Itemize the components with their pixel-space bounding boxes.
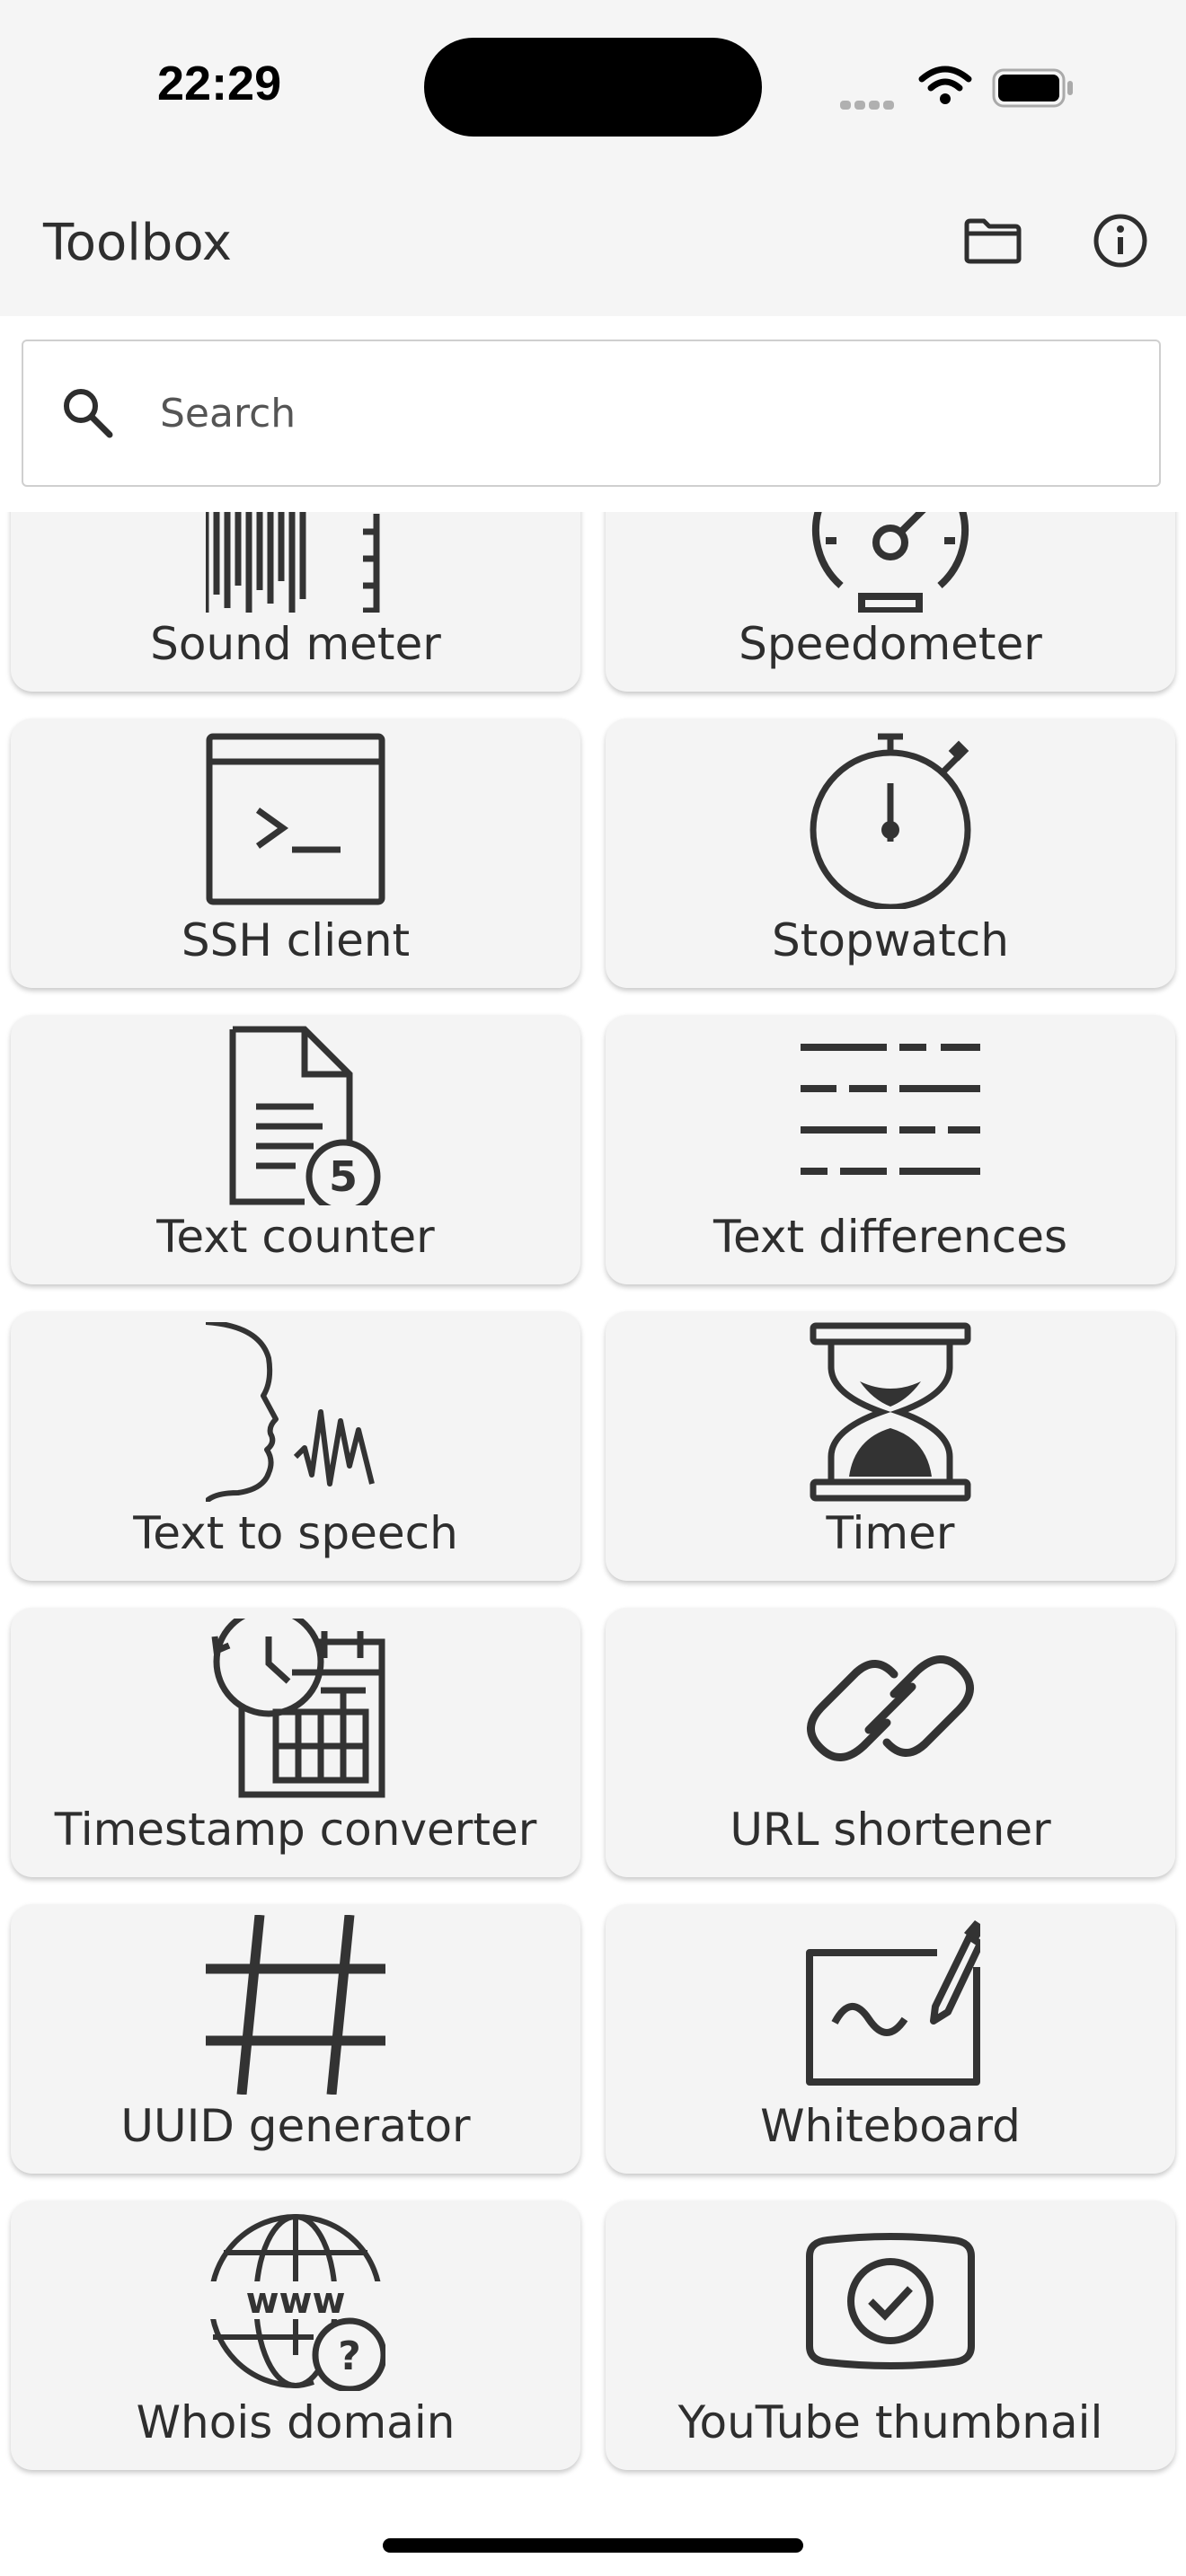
home-indicator[interactable] <box>383 2538 803 2553</box>
hash-icon <box>206 1915 385 2095</box>
calendar-clock-icon <box>211 1619 385 1798</box>
sound-meter-icon <box>206 512 380 613</box>
tool-tile-speedometer[interactable]: Speedometer <box>606 512 1175 692</box>
search-box[interactable] <box>22 340 1161 487</box>
youtube-thumbnail-icon <box>806 2233 975 2369</box>
tool-label: Sound meter <box>150 618 441 670</box>
terminal-icon <box>206 733 385 905</box>
tool-label: Whiteboard <box>760 2100 1021 2152</box>
tool-tile-text-counter[interactable]: 5 Text counter <box>11 1015 580 1284</box>
tool-tile-url-shortener[interactable]: URL shortener <box>606 1608 1175 1877</box>
tool-label: Text to speech <box>133 1507 458 1559</box>
tool-label: SSH client <box>181 914 411 966</box>
tool-tile-sound-meter[interactable]: Sound meter <box>11 512 580 692</box>
svg-text:5: 5 <box>329 1152 358 1201</box>
tool-tile-youtube-thumbnail[interactable]: YouTube thumbnail <box>606 2201 1175 2470</box>
tool-tile-whiteboard[interactable]: Whiteboard <box>606 1904 1175 2174</box>
folder-button[interactable] <box>952 200 1033 281</box>
tool-label: URL shortener <box>730 1804 1051 1856</box>
app-bar: Toolbox <box>0 171 1186 316</box>
status-time: 22:29 <box>157 57 282 110</box>
tool-tile-timestamp-converter[interactable]: Timestamp converter <box>11 1608 580 1877</box>
tool-tile-ssh-client[interactable]: SSH client <box>11 719 580 988</box>
text-to-speech-icon <box>206 1322 375 1502</box>
text-counter-icon: 5 <box>229 1026 381 1205</box>
tool-grid: Sound meter Speedometer SSH client Stopw… <box>0 512 1186 2488</box>
hourglass-icon <box>810 1322 971 1502</box>
svg-text:www: www <box>246 2280 346 2322</box>
search-icon <box>64 389 113 438</box>
dynamic-island <box>424 38 762 137</box>
tool-label: Text counter <box>156 1211 435 1263</box>
tool-label: Whois domain <box>136 2396 456 2448</box>
tool-label: Text differences <box>712 1211 1068 1263</box>
speedometer-icon <box>811 512 969 613</box>
tool-tile-text-to-speech[interactable]: Text to speech <box>11 1311 580 1581</box>
tool-tile-text-differences[interactable]: Text differences <box>606 1015 1175 1284</box>
link-icon <box>807 1655 974 1761</box>
app-title: Toolbox <box>43 214 232 272</box>
battery-icon <box>992 68 1073 108</box>
tool-tile-stopwatch[interactable]: Stopwatch <box>606 719 1175 988</box>
info-icon <box>1093 214 1147 268</box>
cellular-signal-icon <box>840 96 898 113</box>
tool-tile-uuid-generator[interactable]: UUID generator <box>11 1904 580 2174</box>
whois-globe-icon: www ? <box>206 2214 385 2391</box>
search-input[interactable] <box>160 375 1112 451</box>
text-differences-icon <box>801 1044 980 1175</box>
svg-text:?: ? <box>338 2333 361 2379</box>
info-button[interactable] <box>1080 200 1161 281</box>
tool-label: Timestamp converter <box>54 1804 537 1856</box>
tool-label: YouTube thumbnail <box>677 2396 1103 2448</box>
whiteboard-icon <box>806 1920 980 2086</box>
wifi-icon <box>918 66 972 104</box>
tool-tile-timer[interactable]: Timer <box>606 1311 1175 1581</box>
tool-label: UUID generator <box>120 2100 471 2152</box>
tool-label: Timer <box>826 1507 955 1559</box>
tool-label: Stopwatch <box>772 914 1009 966</box>
folder-icon <box>964 218 1022 264</box>
status-bar: 22:29 <box>0 0 1186 171</box>
stopwatch-icon <box>810 733 971 909</box>
tool-label: Speedometer <box>739 618 1042 670</box>
tool-tile-whois-domain[interactable]: www ? Whois domain <box>11 2201 580 2470</box>
